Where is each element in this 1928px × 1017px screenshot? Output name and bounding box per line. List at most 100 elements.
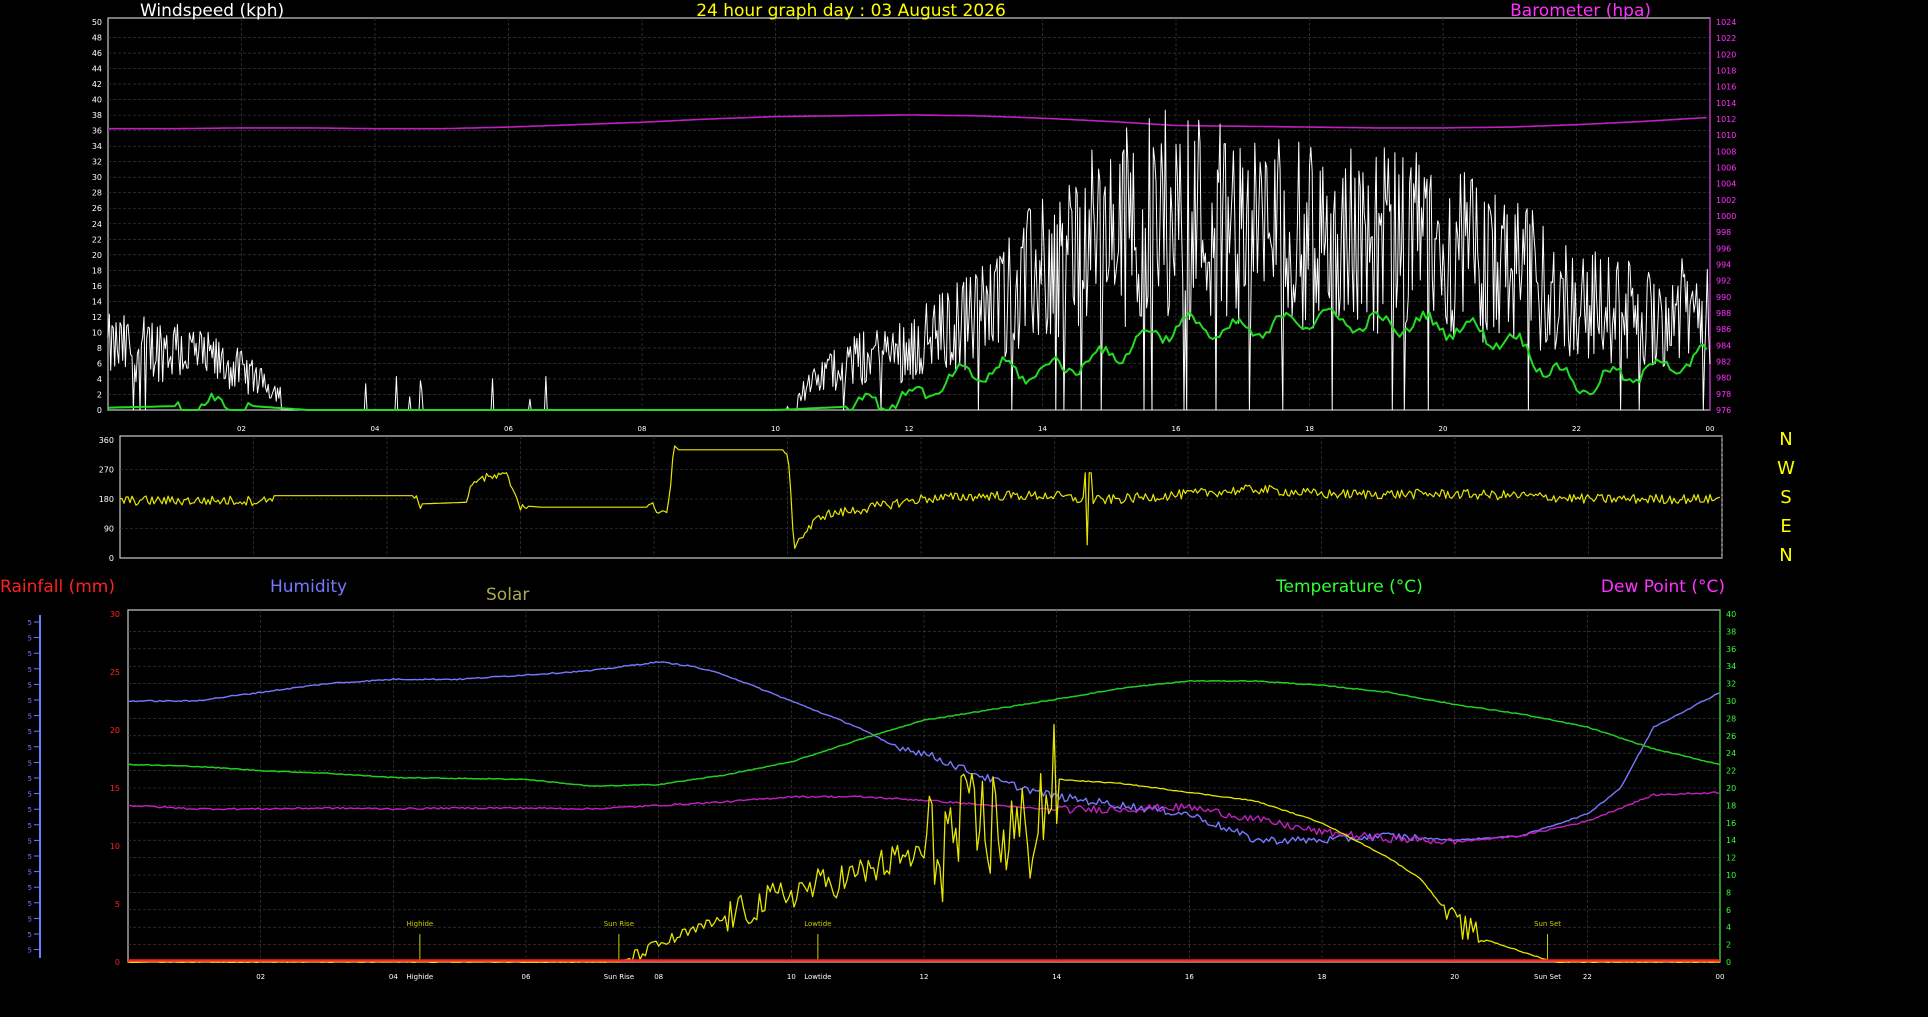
temperature-tick: 4	[1726, 923, 1731, 932]
rain-strip-tick-label: 5	[28, 853, 32, 861]
compass-west: W	[1777, 458, 1795, 479]
compass-north-2: N	[1779, 545, 1792, 566]
temperature-tick: 28	[1726, 714, 1736, 723]
rainfall-tick: 10	[110, 842, 120, 851]
event-axis-label: Lowtide	[804, 973, 831, 981]
x-tick-label: 02	[256, 973, 265, 981]
event-label: Sun Rise	[604, 920, 634, 928]
temperature-tick: 24	[1726, 749, 1736, 758]
x-tick-label: 10	[787, 973, 796, 981]
barometer-tick: 976	[1716, 406, 1731, 415]
windspeed-tick: 42	[92, 80, 102, 89]
temperature-tick: 12	[1726, 854, 1736, 863]
temperature-tick: 40	[1726, 610, 1736, 619]
rainfall-tick: 0	[115, 958, 120, 967]
windspeed-tick: 12	[92, 313, 102, 322]
barometer-tick: 982	[1716, 358, 1731, 367]
barometer-tick: 1014	[1716, 99, 1736, 108]
x-tick-label: 08	[654, 973, 663, 981]
temperature-tick: 10	[1726, 871, 1736, 880]
windspeed-tick: 10	[92, 328, 102, 337]
barometer-tick: 1000	[1716, 212, 1736, 221]
windspeed-tick: 28	[92, 189, 102, 198]
windspeed-tick: 4	[97, 375, 102, 384]
barometer-tick: 1008	[1716, 147, 1736, 156]
barometer-tick: 988	[1716, 309, 1731, 318]
x-tick-label: 20	[1439, 425, 1448, 433]
rainfall-tick: 15	[110, 784, 120, 793]
direction-tick: 180	[99, 495, 114, 504]
windspeed-tick: 6	[97, 359, 102, 368]
rain-strip-tick-label: 5	[28, 775, 32, 783]
compass-south: S	[1780, 487, 1791, 508]
rainfall-tick: 5	[115, 900, 120, 909]
barometer-tick: 1022	[1716, 34, 1736, 43]
chart-title: 24 hour graph day : 03 August 2026	[696, 1, 1006, 21]
temperature-tick: 16	[1726, 819, 1736, 828]
barometer-tick: 986	[1716, 325, 1731, 334]
x-tick-label: 02	[237, 425, 246, 433]
temperature-tick: 26	[1726, 732, 1736, 741]
windspeed-tick: 20	[92, 251, 102, 260]
rainfall-tick: 25	[110, 668, 120, 677]
windspeed-tick: 30	[92, 173, 102, 182]
barometer-tick: 1004	[1716, 180, 1736, 189]
temperature-tick: 34	[1726, 662, 1736, 671]
x-tick-label: 20	[1450, 973, 1459, 981]
rain-strip-tick-label: 5	[28, 713, 32, 721]
rainfall-tick: 30	[110, 610, 120, 619]
x-tick-label: 14	[1052, 973, 1061, 981]
x-tick-label: 00	[1716, 973, 1725, 981]
barometer-tick: 978	[1716, 390, 1731, 399]
x-tick-label: 00	[1706, 425, 1715, 433]
rain-strip-tick-label: 5	[28, 635, 32, 643]
x-tick-label: 22	[1583, 973, 1592, 981]
compass-north: N	[1779, 429, 1792, 450]
windspeed-tick: 48	[92, 34, 102, 43]
background	[0, 0, 1928, 1017]
temperature-tick: 38	[1726, 627, 1736, 636]
windspeed-tick: 34	[92, 142, 102, 151]
windspeed-tick: 38	[92, 111, 102, 120]
temperature-label: Temperature (°C)	[1275, 577, 1423, 597]
rain-strip-tick-label: 5	[28, 666, 32, 674]
rain-strip-tick-label: 5	[28, 884, 32, 892]
windspeed-tick: 32	[92, 158, 102, 167]
x-tick-label: 18	[1305, 425, 1314, 433]
temperature-tick: 14	[1726, 836, 1736, 845]
direction-tick: 360	[99, 436, 114, 445]
barometer-tick: 1018	[1716, 67, 1736, 76]
barometer-tick: 984	[1716, 341, 1731, 350]
rain-strip-tick-label: 5	[28, 728, 32, 736]
barometer-tick: 1020	[1716, 50, 1736, 59]
rain-strip-tick-label: 5	[28, 759, 32, 767]
temperature-tick: 32	[1726, 680, 1736, 689]
windspeed-tick: 0	[97, 406, 102, 415]
event-label: Sun Set	[1534, 920, 1561, 928]
barometer-tick: 1012	[1716, 115, 1736, 124]
barometer-tick: 1006	[1716, 164, 1736, 173]
barometer-tick: 1010	[1716, 131, 1736, 140]
humidity-label: Humidity	[270, 577, 347, 597]
rain-strip-tick-label: 5	[28, 837, 32, 845]
temperature-tick: 22	[1726, 767, 1736, 776]
windspeed-tick: 24	[92, 220, 102, 229]
barometer-tick: 1016	[1716, 83, 1736, 92]
temperature-tick: 36	[1726, 645, 1736, 654]
rain-strip-tick-label: 5	[28, 791, 32, 799]
temperature-tick: 2	[1726, 941, 1731, 950]
rain-strip-tick-label: 5	[28, 915, 32, 923]
windspeed-tick: 40	[92, 96, 102, 105]
compass-east: E	[1780, 516, 1791, 537]
barometer-tick: 992	[1716, 277, 1731, 286]
rain-strip-tick-label: 5	[28, 947, 32, 955]
barometer-tick: 1002	[1716, 196, 1736, 205]
rain-strip-tick-label: 5	[28, 681, 32, 689]
barometer-label: Barometer (hpa)	[1510, 1, 1651, 21]
x-tick-label: 16	[1185, 973, 1194, 981]
x-tick-label: 08	[638, 425, 647, 433]
temperature-tick: 8	[1726, 888, 1731, 897]
rain-strip-tick-label: 5	[28, 806, 32, 814]
windspeed-tick: 14	[92, 297, 102, 306]
rainfall-label: Rainfall (mm)	[0, 577, 115, 597]
